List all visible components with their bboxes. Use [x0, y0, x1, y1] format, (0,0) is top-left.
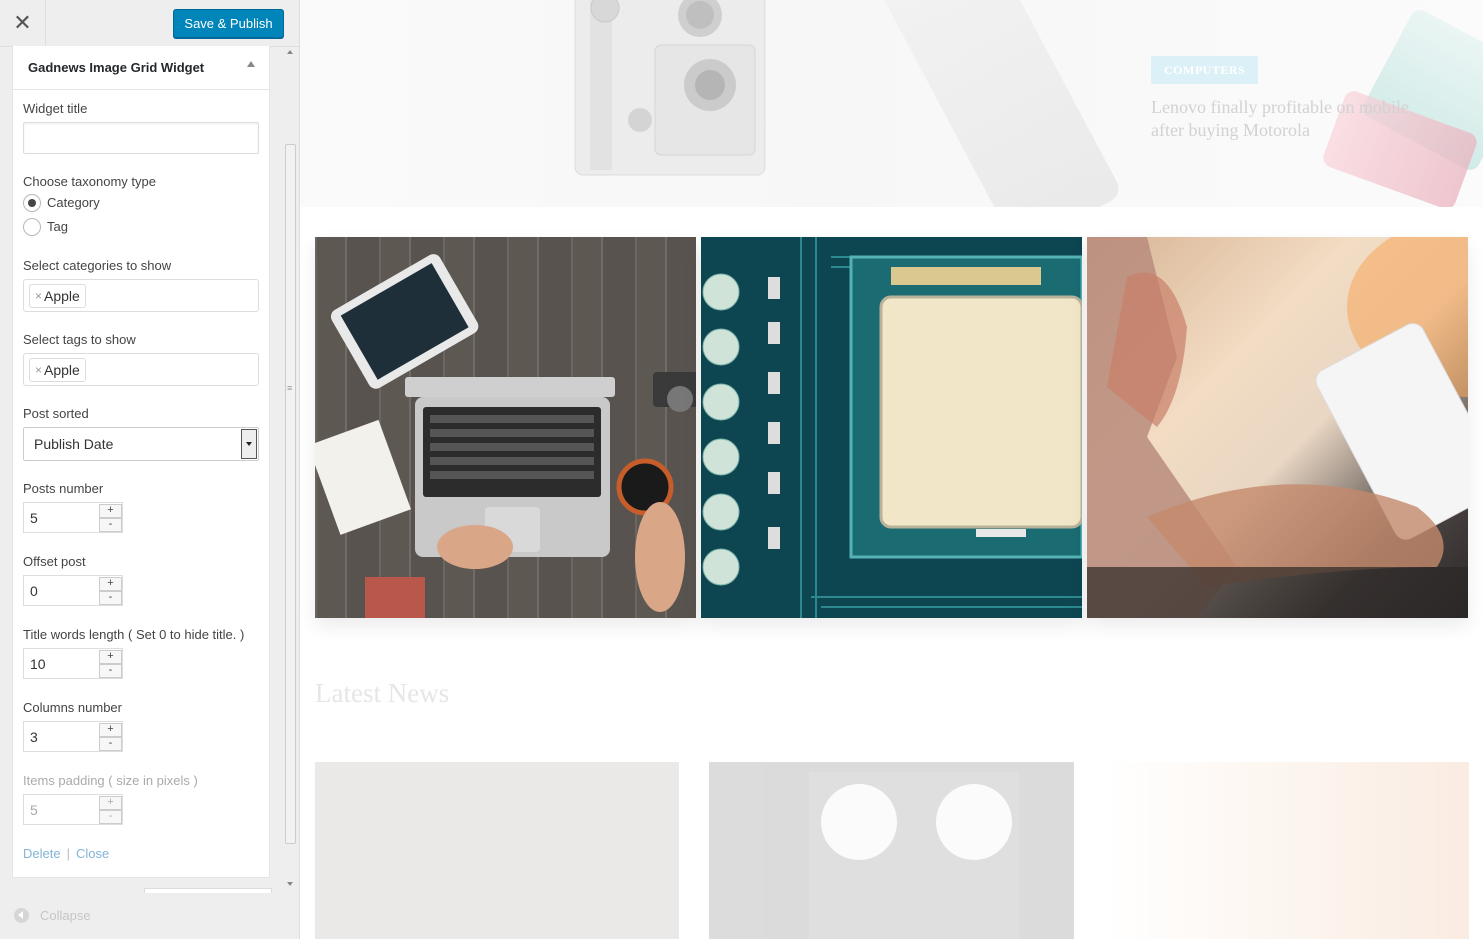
- padding-label: Items padding ( size in pixels ): [23, 773, 198, 788]
- columns-stepper[interactable]: 3 + -: [23, 721, 123, 752]
- remove-tag-icon[interactable]: ×: [35, 363, 42, 377]
- news-item-tablet-image[interactable]: [1103, 762, 1469, 939]
- news-item-tape-recorder-image[interactable]: [709, 762, 1074, 939]
- post-sorted-select[interactable]: Publish Date: [23, 427, 259, 461]
- increment-button[interactable]: +: [99, 577, 122, 591]
- widget-title-input[interactable]: [23, 122, 259, 154]
- news-item-laptop-image[interactable]: [315, 762, 679, 939]
- tape-recorder-image: [809, 772, 1019, 939]
- scroll-thumb[interactable]: [285, 144, 296, 844]
- hero-slide[interactable]: COMPUTERS Lenovo finally profitable on m…: [300, 0, 1483, 207]
- radio-category[interactable]: [23, 194, 41, 212]
- grid-item-cpu[interactable]: [701, 237, 1082, 618]
- grip-icon: ≡: [287, 383, 293, 393]
- camera-image: [574, 0, 766, 176]
- posts-number-value: 5: [30, 510, 38, 526]
- widget-title: Gadnews Image Grid Widget: [28, 60, 205, 75]
- post-sorted-label: Post sorted: [23, 406, 89, 421]
- post-sorted-value: Publish Date: [34, 436, 114, 452]
- tablet-image: [1087, 237, 1468, 618]
- customizer-header: ✕ Save & Publish: [0, 0, 299, 47]
- widget-header[interactable]: Gadnews Image Grid Widget: [13, 46, 269, 90]
- taxonomy-label: Choose taxonomy type: [23, 174, 156, 189]
- phone-image: [876, 0, 1124, 207]
- radio-category-label: Category: [47, 195, 100, 210]
- scroll-down-icon[interactable]: [287, 882, 293, 886]
- padding-stepper[interactable]: 5 + -: [23, 794, 123, 825]
- grid-item-tablet[interactable]: [1087, 237, 1468, 618]
- categories-label: Select categories to show: [23, 258, 172, 273]
- radio-tag[interactable]: [23, 218, 41, 236]
- chevron-down-icon[interactable]: [241, 429, 257, 459]
- save-publish-button[interactable]: Save & Publish: [173, 9, 284, 38]
- delete-link[interactable]: Delete: [23, 846, 61, 861]
- remove-tag-icon[interactable]: ×: [35, 289, 42, 303]
- link-separator: |: [66, 846, 70, 861]
- radio-tag-label: Tag: [47, 219, 68, 234]
- hero-post-title[interactable]: Lenovo finally profitable on mobile afte…: [1151, 96, 1441, 142]
- collapse-label: Collapse: [40, 908, 91, 923]
- category-badge[interactable]: COMPUTERS: [1151, 56, 1259, 84]
- tags-select[interactable]: × Apple: [23, 353, 259, 386]
- decrement-button[interactable]: -: [99, 591, 122, 605]
- categories-select[interactable]: × Apple: [23, 279, 259, 312]
- close-icon[interactable]: ✕: [0, 0, 46, 46]
- title-words-label: Title words length ( Set 0 to hide title…: [23, 627, 245, 642]
- collapse-arrow-icon[interactable]: [247, 61, 255, 67]
- tag-chip-label: Apple: [44, 362, 80, 378]
- grid-item-laptop[interactable]: [315, 237, 696, 618]
- posts-number-label: Posts number: [23, 481, 104, 496]
- laptop-image: [315, 254, 696, 618]
- category-tag-label: Apple: [44, 288, 80, 304]
- offset-value: 0: [30, 583, 38, 599]
- category-tag-chip: × Apple: [29, 284, 86, 308]
- site-preview: COMPUTERS Lenovo finally profitable on m…: [300, 0, 1483, 939]
- close-link[interactable]: Close: [76, 846, 109, 861]
- increment-button[interactable]: +: [99, 650, 122, 664]
- increment-button[interactable]: +: [99, 504, 122, 518]
- columns-value: 3: [30, 729, 38, 745]
- collapse-button[interactable]: Collapse: [14, 908, 91, 923]
- collapse-icon: [14, 908, 29, 923]
- decrement-button[interactable]: -: [99, 737, 122, 751]
- title-words-value: 10: [30, 656, 46, 672]
- decrement-button[interactable]: -: [99, 664, 122, 678]
- increment-button[interactable]: +: [99, 723, 122, 737]
- widget-panel: Gadnews Image Grid Widget Widget title C…: [12, 46, 270, 878]
- decrement-button[interactable]: -: [99, 810, 122, 824]
- next-widget-edge: [144, 888, 272, 893]
- latest-news-heading: Latest News: [315, 678, 450, 708]
- tag-chip: × Apple: [29, 358, 86, 382]
- decrement-button[interactable]: -: [99, 518, 122, 532]
- offset-stepper[interactable]: 0 + -: [23, 575, 123, 606]
- cpu-image: [701, 237, 1082, 618]
- widget-actions: Delete | Close: [23, 846, 109, 861]
- customizer-sidebar: ✕ Save & Publish Gadnews Image Grid Widg…: [0, 0, 300, 939]
- offset-label: Offset post: [23, 554, 86, 569]
- columns-label: Columns number: [23, 700, 122, 715]
- sidebar-scrollbar[interactable]: ≡: [284, 46, 298, 892]
- padding-value: 5: [30, 802, 38, 818]
- scroll-up-icon[interactable]: [287, 50, 293, 54]
- tags-label: Select tags to show: [23, 332, 136, 347]
- title-words-stepper[interactable]: 10 + -: [23, 648, 123, 679]
- widget-title-label: Widget title: [23, 101, 88, 116]
- posts-number-stepper[interactable]: 5 + -: [23, 502, 123, 533]
- increment-button[interactable]: +: [99, 796, 122, 810]
